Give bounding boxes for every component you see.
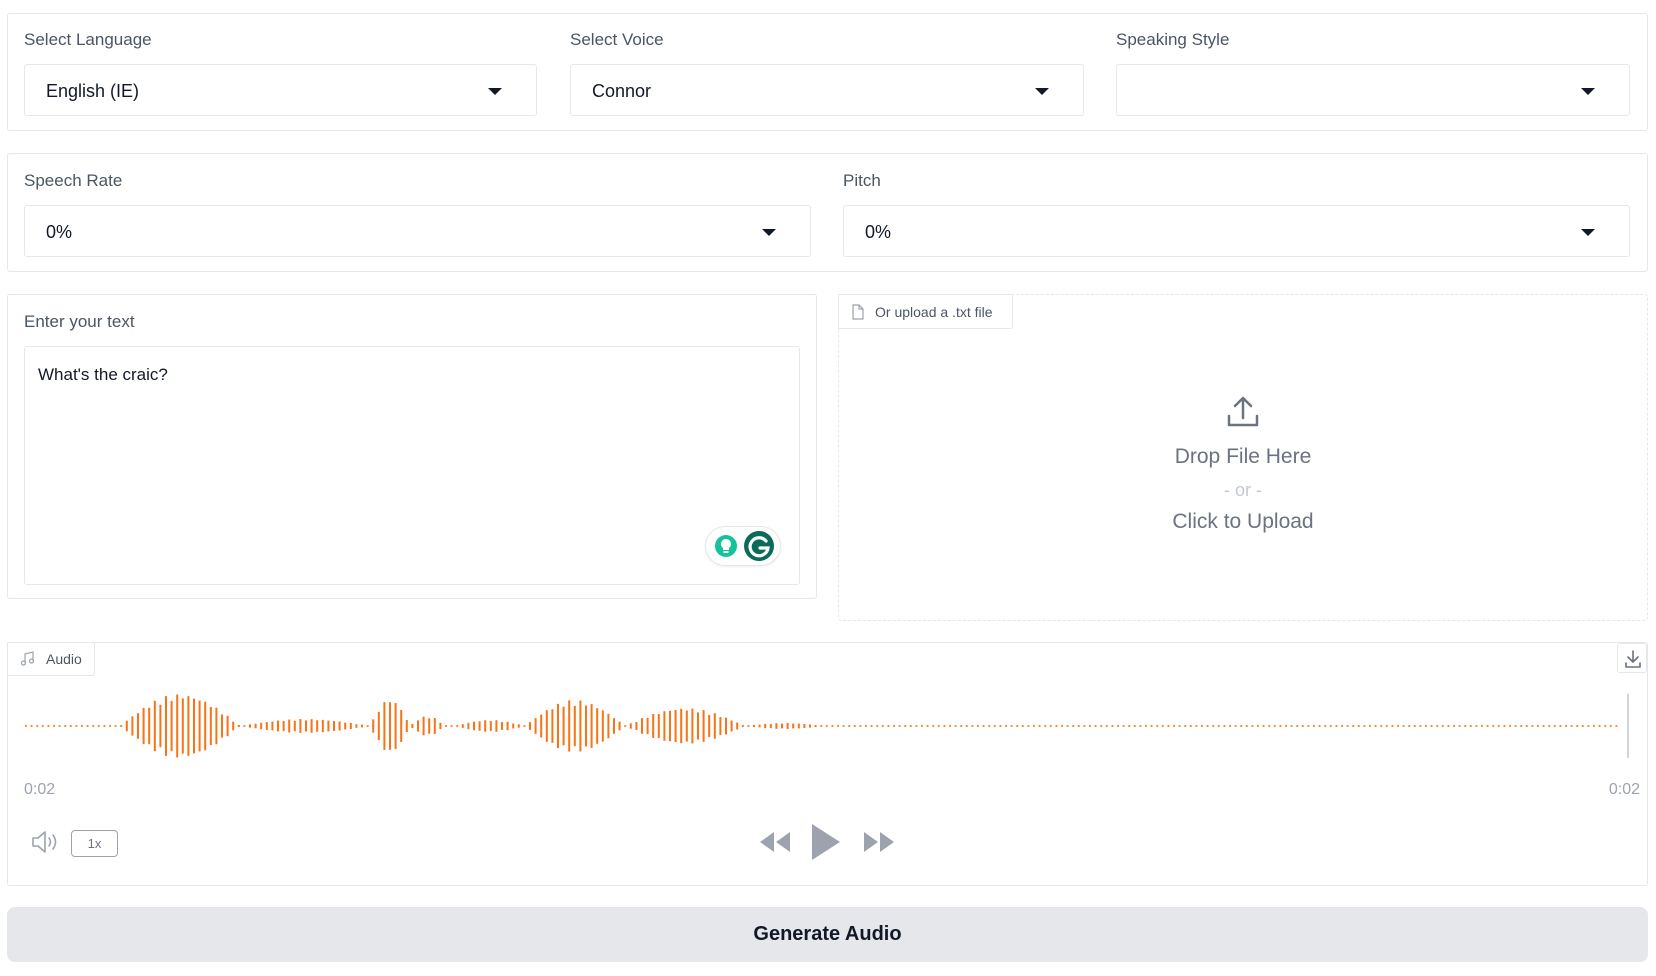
style-select[interactable] — [1116, 64, 1630, 116]
waveform[interactable] — [24, 686, 1636, 766]
caret-down-icon — [1035, 88, 1049, 95]
or-text: - or - — [1224, 480, 1262, 500]
file-upload-dropzone[interactable]: Or upload a .txt file Drop File Here - o… — [838, 294, 1648, 621]
drop-file-text: Drop File Here — [1174, 445, 1312, 468]
pitch-select[interactable]: 0% — [843, 205, 1630, 257]
generate-audio-button[interactable]: Generate Audio — [7, 907, 1648, 962]
file-icon — [852, 303, 864, 320]
language-label: Select Language — [24, 30, 152, 49]
rate-value: 0% — [46, 222, 73, 242]
text-input-value: What's the craic? — [38, 365, 168, 384]
style-label: Speaking Style — [1116, 30, 1230, 49]
play-icon[interactable] — [810, 822, 842, 862]
upload-tab-label: Or upload a .txt file — [875, 303, 993, 320]
music-note-icon — [20, 651, 35, 666]
language-select[interactable]: English (IE) — [24, 64, 537, 116]
upload-icon — [1227, 396, 1259, 427]
voice-value: Connor — [592, 81, 652, 101]
fast-forward-icon[interactable] — [862, 830, 896, 854]
voice-select[interactable]: Connor — [570, 64, 1084, 116]
grammarly-icon — [715, 531, 774, 561]
text-input-label: Enter your text — [24, 312, 135, 331]
pitch-label: Pitch — [843, 171, 881, 190]
pitch-value: 0% — [865, 222, 892, 242]
rate-label: Speech Rate — [24, 171, 123, 190]
language-value: English (IE) — [46, 81, 140, 101]
caret-down-icon — [488, 88, 502, 95]
download-button[interactable] — [1617, 643, 1647, 673]
text-input-area[interactable]: What's the craic? — [24, 346, 800, 585]
current-time: 0:02 — [24, 781, 56, 798]
voice-label: Select Voice — [570, 30, 664, 49]
upload-tab: Or upload a .txt file — [838, 294, 1013, 329]
rewind-icon[interactable] — [758, 830, 792, 854]
caret-down-icon — [1581, 229, 1595, 236]
caret-down-icon — [1581, 88, 1595, 95]
duration-time: 0:02 — [1608, 781, 1640, 798]
audio-tab: Audio — [7, 642, 95, 676]
caret-down-icon — [762, 229, 776, 236]
playback-speed-button[interactable]: 1x — [71, 830, 118, 857]
download-icon — [1625, 650, 1641, 668]
grammarly-widget[interactable] — [706, 527, 780, 565]
audio-label: Audio — [46, 651, 82, 667]
volume-icon[interactable] — [31, 829, 61, 855]
click-upload-text: Click to Upload — [1172, 510, 1314, 533]
rate-select[interactable]: 0% — [24, 205, 811, 257]
